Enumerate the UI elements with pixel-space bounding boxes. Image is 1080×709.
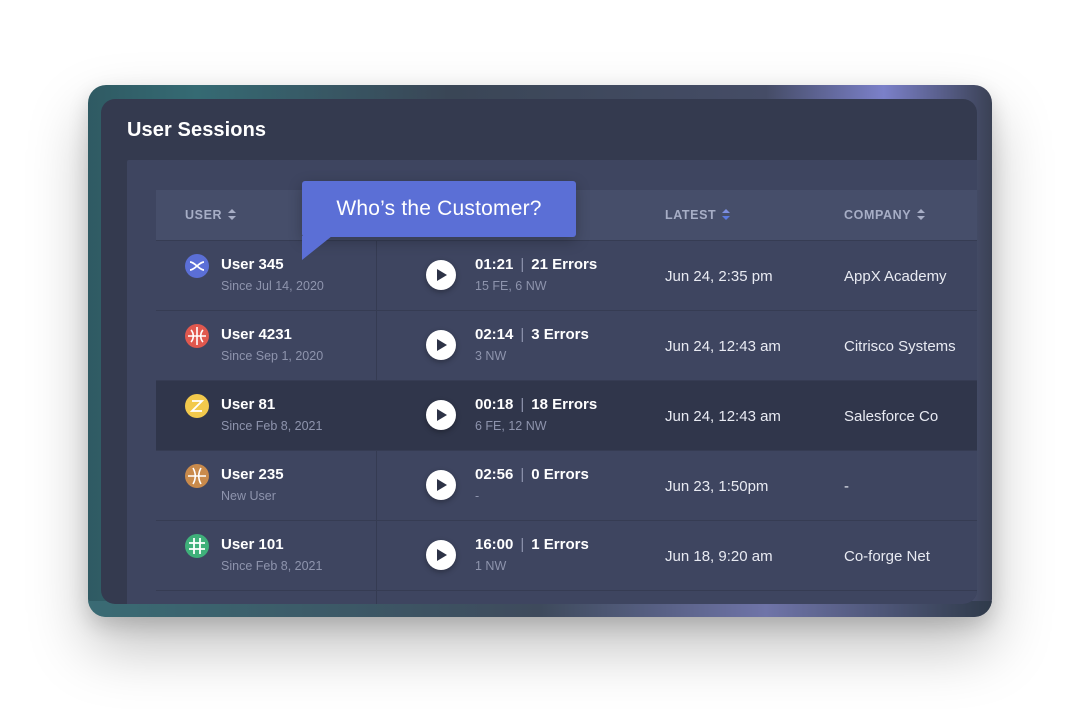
play-icon: [437, 339, 447, 351]
session-duration-errors: 00:18 | 18 Errors: [475, 396, 597, 413]
separator: |: [520, 256, 525, 273]
error-count: 18 Errors: [531, 396, 598, 413]
play-button[interactable]: [426, 400, 456, 430]
error-count: 3 Errors: [531, 326, 589, 343]
session-duration: 02:56: [475, 466, 514, 483]
separator: |: [520, 466, 525, 483]
tooltip-text: Who’s the Customer?: [336, 197, 542, 220]
table-row[interactable]: User 81 Since Feb 8, 2021 00:18 | 18 Error…: [156, 380, 977, 450]
user-sessions-panel: User Sessions USER LATEST COMPANY User 3…: [101, 99, 977, 604]
session-duration-errors: 02:14 | 3 Errors: [475, 326, 589, 343]
sessions-table: USER LATEST COMPANY User 345 Since Jul 1…: [156, 190, 977, 604]
user-name[interactable]: User 101: [221, 536, 284, 553]
user-name[interactable]: User 81: [221, 396, 275, 413]
user-name[interactable]: User 235: [221, 466, 284, 483]
separator: |: [520, 396, 525, 413]
error-count: 1 Errors: [531, 536, 589, 553]
play-button[interactable]: [426, 470, 456, 500]
customer-tooltip: Who’s the Customer?: [302, 181, 576, 237]
user-name[interactable]: User 4231: [221, 326, 292, 343]
error-breakdown: 15 FE, 6 NW: [475, 279, 547, 293]
user-name[interactable]: User 345: [221, 256, 284, 273]
play-button[interactable]: [426, 330, 456, 360]
panel-title: User Sessions: [127, 119, 267, 141]
session-duration: 02:14: [475, 326, 514, 343]
user-since: Since Sep 1, 2020: [221, 349, 324, 363]
globe-icon: [185, 324, 209, 348]
tooltip-tail: [302, 236, 332, 260]
company-name: Salesforce Co: [844, 408, 939, 425]
play-button[interactable]: [426, 540, 456, 570]
company-name: AppX Academy: [844, 268, 947, 285]
sort-icon[interactable]: [228, 209, 237, 223]
latest-time: Jun 23, 1:50pm: [665, 478, 769, 495]
table-row[interactable]: User 235 New User 02:56 | 0 Errors - Jun 2…: [156, 450, 977, 520]
column-header-company[interactable]: COMPANY: [844, 208, 926, 223]
error-count: 21 Errors: [531, 256, 598, 273]
error-count: 0 Errors: [531, 466, 589, 483]
play-icon: [437, 269, 447, 281]
separator: |: [520, 536, 525, 553]
table-row[interactable]: User 4231 Since Sep 1, 2020 02:14 | 3 Erro…: [156, 310, 977, 380]
column-header-user[interactable]: USER: [185, 208, 237, 223]
sort-icon[interactable]: [917, 209, 926, 223]
error-breakdown: -: [475, 489, 480, 503]
session-duration: 01:21: [475, 256, 514, 273]
session-duration: 00:18: [475, 396, 514, 413]
session-duration-errors: 01:21 | 21 Errors: [475, 256, 597, 273]
company-name: Citrisco Systems: [844, 338, 956, 355]
table-row: [156, 590, 977, 604]
column-header-user-label: USER: [185, 208, 223, 222]
play-icon: [437, 479, 447, 491]
column-header-latest-label: LATEST: [665, 208, 717, 222]
separator: |: [520, 326, 525, 343]
user-since: Since Jul 14, 2020: [221, 279, 324, 293]
error-breakdown: 6 FE, 12 NW: [475, 419, 547, 433]
error-breakdown: 3 NW: [475, 349, 507, 363]
column-header-company-label: COMPANY: [844, 208, 912, 222]
grid-icon: [185, 534, 209, 558]
company-name: Co-forge Net: [844, 548, 930, 565]
table-row[interactable]: User 345 Since Jul 14, 2020 01:21 | 21 Err…: [156, 240, 977, 310]
latest-time: Jun 24, 12:43 am: [665, 338, 781, 355]
sort-active-icon[interactable]: [722, 209, 731, 223]
company-name: -: [844, 478, 849, 495]
error-breakdown: 1 NW: [475, 559, 507, 573]
crossing-lines-icon: [185, 254, 209, 278]
z-icon: [185, 394, 209, 418]
user-since: New User: [221, 489, 276, 503]
ball-icon: [185, 464, 209, 488]
table-row[interactable]: User 101 Since Feb 8, 2021 16:00 | 1 Error…: [156, 520, 977, 590]
session-duration-errors: 02:56 | 0 Errors: [475, 466, 589, 483]
user-since: Since Feb 8, 2021: [221, 559, 323, 573]
latest-time: Jun 18, 9:20 am: [665, 548, 773, 565]
latest-time: Jun 24, 12:43 am: [665, 408, 781, 425]
column-header-latest[interactable]: LATEST: [665, 208, 731, 223]
play-button[interactable]: [426, 260, 456, 290]
user-since: Since Feb 8, 2021: [221, 419, 323, 433]
session-duration-errors: 16:00 | 1 Errors: [475, 536, 589, 553]
play-icon: [437, 409, 447, 421]
latest-time: Jun 24, 2:35 pm: [665, 268, 773, 285]
play-icon: [437, 549, 447, 561]
session-duration: 16:00: [475, 536, 514, 553]
